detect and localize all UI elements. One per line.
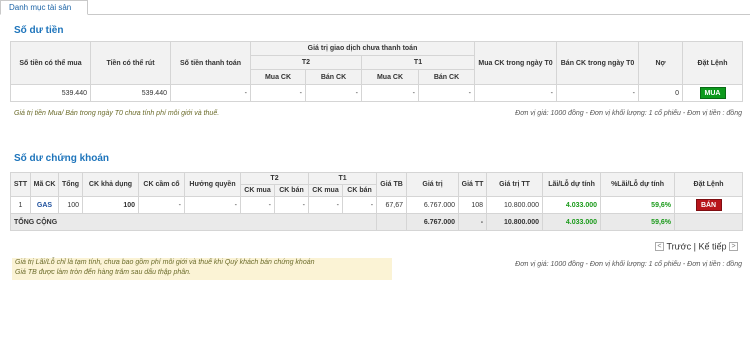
col-order: Đặt Lệnh: [682, 41, 744, 85]
col-market-price: Giá TT: [458, 172, 488, 197]
cell-pl: 4.033.000: [542, 196, 602, 214]
col-t1-ck-sell: CK bán: [342, 184, 378, 197]
tab-bar: Danh mục tài sản: [0, 0, 750, 15]
col-buyable: Số tiền có thể mua: [10, 41, 91, 85]
stock-table: STT Mã CK Tổng CK khả dụng CK cầm cố Hưở…: [9, 172, 744, 231]
col-t2: T2: [250, 55, 362, 70]
cell-t1-sell: -: [417, 84, 476, 102]
cell-stt: 1: [10, 196, 31, 214]
cell-value: 6.767.000: [406, 196, 460, 214]
total-pl-pct: 59,6%: [600, 213, 676, 231]
cash-section-title: Số dư tiền: [14, 25, 64, 36]
stock-section-title: Số dư chứng khoán: [14, 153, 110, 164]
buy-button[interactable]: MUA: [699, 87, 726, 99]
col-pending-group: Giá trị giao dịch chưa thanh toán: [249, 41, 476, 56]
pagination: < Trước | Kế tiếp >: [654, 241, 738, 252]
pager-separator: |: [693, 241, 696, 252]
cell-code[interactable]: GAS: [30, 196, 59, 214]
cell-payment: -: [170, 84, 251, 102]
total-label: TỔNG CỘNG: [9, 213, 378, 231]
stock-footnote: Giá trị Lãi/Lỗ chỉ là tạm tính, chưa bao…: [12, 258, 392, 280]
cell-withdrawable: 539.440: [90, 84, 171, 102]
footnote-line: Giá TB được làm tròn đến hàng trăm sau d…: [15, 269, 191, 276]
col-t1-buy: Mua CK: [361, 69, 419, 85]
cash-note: Giá trị tiền Mua/ Bán trong ngày T0 chưa…: [14, 110, 220, 117]
col-t1: T1: [360, 55, 476, 70]
sell-button[interactable]: BÁN: [695, 199, 722, 211]
col-sell-t0: Bán CK trong ngày T0: [556, 41, 640, 85]
col-payment: Số tiền thanh toán: [170, 41, 251, 85]
cash-table: Số tiền có thể mua Tiền có thể rút Số ti…: [10, 41, 744, 102]
col-t1-ck-buy: CK mua: [308, 184, 344, 197]
cell-pl-pct: 59,6%: [600, 196, 676, 214]
col-available: CK khả dụng: [82, 172, 139, 197]
cell-t1-buy: -: [361, 84, 419, 102]
cell-t2-sell: -: [305, 84, 362, 102]
total-order: [674, 213, 744, 231]
col-avg-price: Giá TB: [376, 172, 408, 197]
cell-debt: 0: [638, 84, 684, 102]
cell-rights: -: [184, 196, 241, 214]
col-t2-ck-sell: CK bán: [273, 184, 310, 197]
cell-market-price: 108: [458, 196, 488, 214]
cell-t1-buy: -: [308, 196, 344, 214]
cell-avg-price: 67,67: [376, 196, 408, 214]
prev-arrow-icon[interactable]: <: [654, 242, 664, 252]
col-market-value: Giá trị TT: [486, 172, 544, 197]
col-buy-t0: Mua CK trong ngày T0: [474, 41, 558, 85]
total-market-price: -: [458, 213, 488, 231]
total-pl: 4.033.000: [542, 213, 602, 231]
cash-unit-note: Đơn vị giá: 1000 đồng - Đơn vị khối lượn…: [515, 110, 742, 117]
col-pl: Lãi/Lỗ dự tính: [542, 172, 602, 197]
next-link[interactable]: Kế tiếp: [698, 242, 726, 252]
col-code: Mã CK: [30, 172, 59, 197]
col-stt: STT: [10, 172, 31, 197]
col-debt: Nợ: [638, 41, 684, 85]
cell-total: 100: [58, 196, 83, 214]
prev-link[interactable]: Trước: [666, 242, 691, 252]
cell-order: BÁN: [674, 196, 744, 214]
cell-sell-t0: -: [556, 84, 640, 102]
footnote-line: Giá trị Lãi/Lỗ chỉ là tạm tính, chưa bao…: [15, 259, 315, 266]
cell-order: MUA: [682, 84, 744, 102]
cell-t2-sell: -: [273, 196, 310, 214]
cash-row: 539.440 539.440 - - - - - - - 0 MUA: [10, 84, 744, 102]
cell-buy-t0: -: [474, 84, 558, 102]
cell-market-value: 10.800.000: [486, 196, 544, 214]
tab-portfolio[interactable]: Danh mục tài sản: [0, 0, 88, 15]
col-t2-ck-buy: CK mua: [240, 184, 275, 197]
total-row: TỔNG CỘNG 6.767.000 - 10.800.000 4.033.0…: [9, 213, 744, 231]
cell-available: 100: [82, 196, 139, 214]
col-t1-sell: Bán CK: [417, 69, 476, 85]
col-rights: Hưởng quyền: [184, 172, 241, 197]
stock-unit-note: Đơn vị giá: 1000 đồng - Đơn vị khối lượn…: [515, 261, 742, 268]
total-avg-price: [376, 213, 408, 231]
col-value: Giá trị: [406, 172, 460, 197]
cell-mortgaged: -: [138, 196, 185, 214]
total-market-value: 10.800.000: [486, 213, 544, 231]
cell-buyable: 539.440: [10, 84, 91, 102]
col-total: Tổng: [58, 172, 83, 197]
cash-section: Số dư tiền Số tiền có thể mua Tiền có th…: [10, 24, 744, 102]
col-t1: T1: [308, 172, 378, 185]
col-mortgaged: CK cầm cố: [138, 172, 185, 197]
col-pl-pct: %Lãi/Lỗ dự tính: [600, 172, 676, 197]
cell-t2-buy: -: [250, 84, 306, 102]
table-row: 1 GAS 100 100 - - - - - - 67,67 6.767.00…: [10, 196, 744, 214]
col-withdrawable: Tiền có thể rút: [90, 41, 171, 85]
next-arrow-icon[interactable]: >: [729, 242, 738, 252]
col-t2: T2: [239, 172, 310, 185]
stock-section: Số dư chứng khoán STT Mã CK Tổng CK khả …: [9, 152, 744, 231]
col-order: Đặt Lệnh: [674, 172, 744, 197]
cell-t1-sell: -: [342, 196, 378, 214]
col-t2-sell: Bán CK: [305, 69, 362, 85]
cell-t2-buy: -: [240, 196, 275, 214]
total-value: 6.767.000: [406, 213, 460, 231]
col-t2-buy: Mua CK: [250, 69, 306, 85]
